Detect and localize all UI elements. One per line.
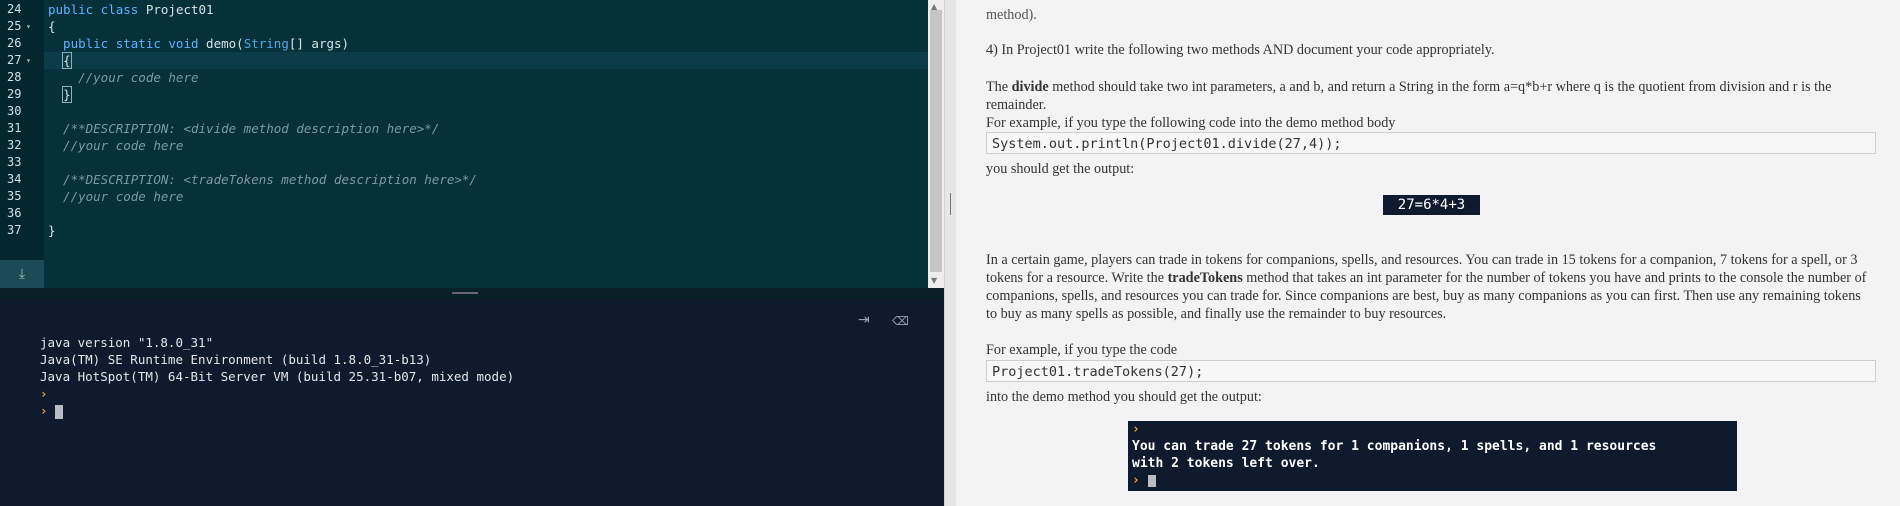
line-number: 37: [7, 223, 22, 237]
matched-brace: {: [62, 52, 72, 69]
line-number: 30: [7, 104, 22, 118]
instructions-panel: method). 4) In Project01 write the follo…: [956, 0, 1900, 506]
exit-console-icon[interactable]: ⇥: [858, 312, 870, 328]
line-number: 27 ▾: [7, 52, 31, 69]
splitter-grip[interactable]: [452, 292, 478, 294]
console-prompt: ›: [40, 403, 48, 418]
output-2-label: into the demo method you should get the …: [986, 389, 1262, 405]
example-2-label: For example, if you type the code: [986, 342, 1178, 358]
line-number: 26: [7, 36, 22, 50]
line-number: 36: [7, 206, 22, 220]
console-line: Java HotSpot(TM) 64-Bit Server VM (build…: [40, 369, 515, 384]
matched-brace: }: [62, 86, 72, 103]
scroll-down-icon[interactable]: ▼: [931, 276, 937, 285]
code-line[interactable]: public class Project01: [48, 1, 214, 18]
line-number: 35: [7, 189, 22, 203]
code-line[interactable]: {: [48, 52, 72, 69]
fold-arrow-icon[interactable]: ▾: [26, 52, 31, 69]
line-number: 31: [7, 121, 22, 135]
line-number: 33: [7, 155, 22, 169]
active-line-highlight: [44, 52, 928, 69]
clear-console-icon[interactable]: ⌫: [892, 314, 909, 328]
output-2-box: › You can trade 27 tokens for 1 companio…: [1128, 421, 1737, 491]
code-example-trade: Project01.tradeTokens(27);: [986, 360, 1876, 382]
item-4-heading: 4) In Project01 write the following two …: [986, 42, 1495, 58]
output-1-label: you should get the output:: [986, 161, 1135, 177]
line-number: 34: [7, 172, 22, 186]
code-example-divide: System.out.println(Project01.divide(27,4…: [986, 132, 1876, 154]
divider-handle[interactable]: [950, 193, 951, 215]
code-editor[interactable]: 24 25 ▾ 26 27 ▾ 28 29 30 31 32 33 34 35 36 37 public cl…: [0, 0, 928, 288]
line-number: 25 ▾: [7, 18, 31, 35]
output-1-box: 27=6*4+3: [1383, 195, 1480, 215]
download-icon[interactable]: ⤓: [0, 260, 44, 288]
example-1-label: For example, if you type the following c…: [986, 115, 1396, 131]
output-2-input-line: ›: [1132, 472, 1156, 489]
code-line[interactable]: {: [48, 18, 56, 35]
code-line[interactable]: /**DESCRIPTION: <divide method descripti…: [48, 120, 439, 137]
code-line[interactable]: }: [48, 222, 56, 239]
output-2-line: with 2 tokens left over.: [1132, 456, 1320, 471]
line-number: 29: [7, 87, 22, 101]
line-number: 28: [7, 70, 22, 84]
line-number: 32: [7, 138, 22, 152]
console-cursor: [55, 404, 64, 419]
output-2-prompt: ›: [1132, 422, 1140, 437]
fold-arrow-icon[interactable]: ▾: [26, 18, 31, 35]
console-prompt: ›: [40, 386, 48, 401]
partial-text: method).: [986, 7, 1037, 23]
console-line: java version "1.8.0_31": [40, 335, 214, 350]
trade-description: In a certain game, players can trade in …: [986, 252, 1867, 322]
console-line: Java(TM) SE Runtime Environment (build 1…: [40, 352, 432, 367]
code-line[interactable]: public static void demo(String[] args): [48, 35, 349, 52]
output-2-line: You can trade 27 tokens for 1 companions…: [1132, 439, 1657, 454]
code-line[interactable]: //your code here: [48, 188, 183, 205]
line-number: 24: [7, 2, 22, 16]
editor-scrollbar-thumb[interactable]: [930, 10, 942, 272]
divide-description: The divide method should take two int pa…: [986, 79, 1832, 113]
console-input-line[interactable]: ›: [40, 402, 64, 419]
line-gutter: 24 25 ▾ 26 27 ▾ 28 29 30 31 32 33 34 35 36 37: [0, 0, 44, 288]
code-line[interactable]: /**DESCRIPTION: <tradeTokens method desc…: [48, 171, 477, 188]
console-panel[interactable]: ⇥ ⌫ java version "1.8.0_31" Java(TM) SE …: [0, 298, 944, 506]
code-line[interactable]: }: [48, 86, 72, 103]
workspace-left: 24 25 ▾ 26 27 ▾ 28 29 30 31 32 33 34 35 36 37 public cl…: [0, 0, 944, 506]
code-line[interactable]: //your code here: [48, 137, 183, 154]
code-line[interactable]: //your code here: [48, 69, 198, 86]
